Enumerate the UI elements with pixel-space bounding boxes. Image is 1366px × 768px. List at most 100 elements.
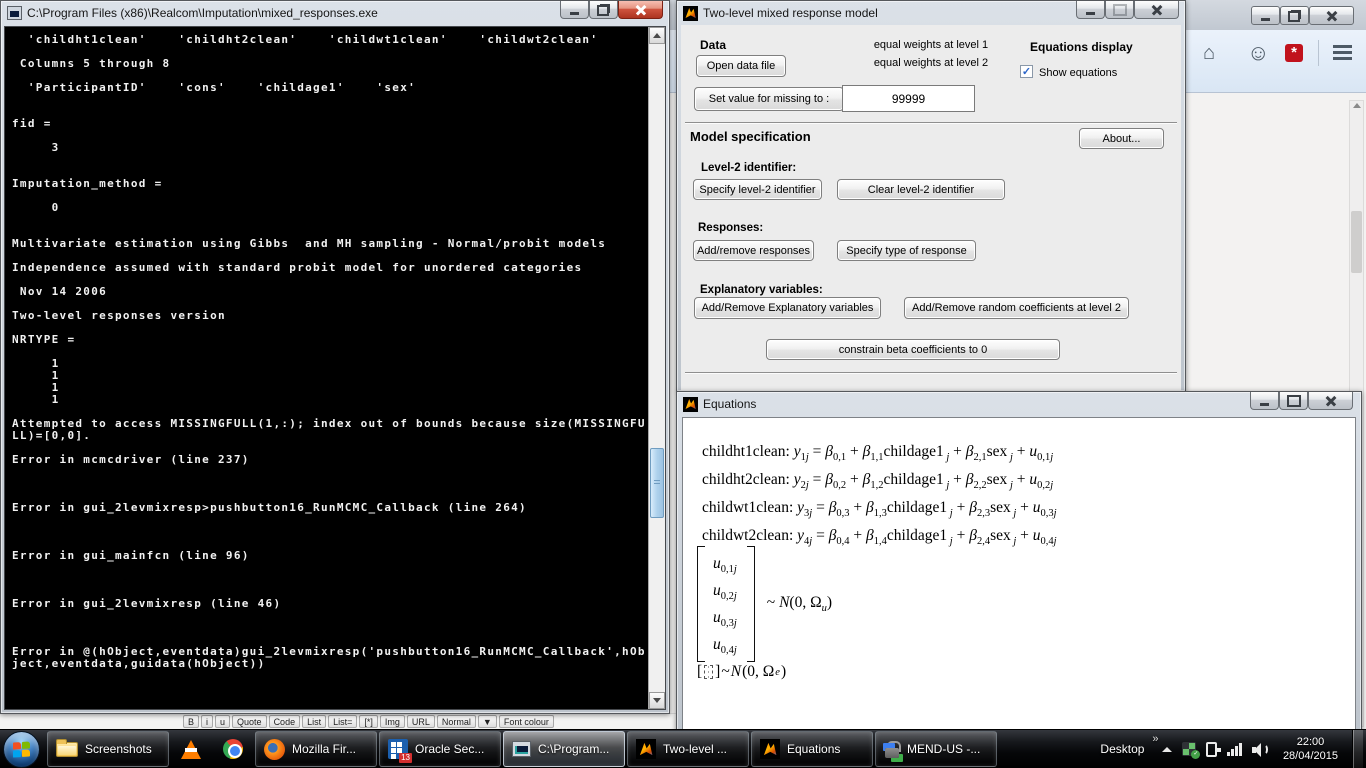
specify-type-button[interactable]: Specify type of response bbox=[837, 240, 976, 261]
taskbar-button-mend-us[interactable]: MEND-US -... bbox=[875, 731, 997, 767]
taskbar-button-label: Screenshots bbox=[85, 742, 152, 756]
taskbar-button-label: C:\Program... bbox=[538, 742, 609, 756]
console-output-text: 'childht1clean' 'childht2clean' 'childwt… bbox=[12, 34, 646, 670]
weights-line-1: equal weights at level 1 bbox=[821, 36, 1041, 54]
matlab-icon bbox=[683, 397, 698, 412]
taskbar-button-chrome[interactable] bbox=[213, 731, 253, 767]
scroll-thumb[interactable] bbox=[1351, 211, 1362, 273]
network-icon[interactable] bbox=[1227, 742, 1242, 756]
editor-button-list[interactable]: List bbox=[302, 715, 326, 728]
taskbar-button-firefox[interactable]: Mozilla Fir... bbox=[255, 731, 377, 767]
editor-button-b[interactable]: B bbox=[183, 715, 199, 728]
toolbar-separator bbox=[1318, 40, 1319, 66]
close-icon[interactable] bbox=[1309, 6, 1354, 25]
close-icon[interactable] bbox=[1134, 1, 1179, 19]
taskbar-button-label: Oracle Sec... bbox=[415, 742, 484, 756]
minimize-button[interactable] bbox=[1076, 1, 1105, 19]
console-scrollbar[interactable] bbox=[648, 27, 665, 709]
clock-date: 28/04/2015 bbox=[1283, 749, 1338, 763]
editor-button-[interactable]: [*] bbox=[359, 715, 378, 728]
section-separator bbox=[685, 122, 1177, 124]
taskbar: Screenshots Mozilla Fir...13Oracle Sec...… bbox=[0, 729, 1366, 768]
restore-button[interactable] bbox=[589, 1, 618, 19]
editor-button-fontcolour[interactable]: Font colour bbox=[499, 715, 554, 728]
matlab-icon bbox=[760, 739, 780, 759]
chevron-icon[interactable]: » bbox=[1152, 733, 1158, 745]
add-remove-responses-button[interactable]: Add/remove responses bbox=[693, 240, 814, 261]
minimize-button[interactable] bbox=[1251, 6, 1280, 25]
scroll-up-icon[interactable] bbox=[649, 27, 665, 44]
show-hidden-icons-icon[interactable] bbox=[1162, 747, 1172, 752]
editor-button-[interactable]: ▼ bbox=[478, 715, 497, 728]
home-icon[interactable]: ⌂ bbox=[1203, 43, 1215, 63]
right-bracket bbox=[747, 546, 755, 662]
equation-row: childht2clean: y2j = β0,2 + β1,2childage… bbox=[702, 466, 1057, 494]
editor-button-normal[interactable]: Normal bbox=[437, 715, 476, 728]
chat-icon[interactable]: ☺ bbox=[1247, 43, 1269, 63]
about-button[interactable]: About... bbox=[1079, 128, 1164, 149]
equations-window: Equations childht1clean: y1j = β0,1 + β1… bbox=[676, 391, 1362, 738]
close-icon[interactable] bbox=[1308, 392, 1353, 410]
taskbar-items: Screenshots Mozilla Fir...13Oracle Sec...… bbox=[47, 730, 997, 768]
safely-remove-hardware-icon[interactable] bbox=[1206, 742, 1217, 757]
editor-button-img[interactable]: Img bbox=[380, 715, 405, 728]
add-remove-random-button[interactable]: Add/Remove random coefficients at level … bbox=[904, 297, 1129, 319]
volume-icon[interactable] bbox=[1252, 742, 1269, 757]
vlc-icon bbox=[181, 740, 201, 759]
specify-level2-button[interactable]: Specify level-2 identifier bbox=[693, 179, 822, 200]
collapsed-matrix-icon[interactable] bbox=[704, 665, 713, 679]
maximize-button[interactable] bbox=[1279, 392, 1308, 410]
restore-button[interactable] bbox=[1280, 6, 1309, 25]
add-remove-explanatory-button[interactable]: Add/Remove Explanatory variables bbox=[694, 297, 881, 319]
equations-content: childht1clean: y1j = β0,1 + β1,1childage… bbox=[682, 417, 1356, 732]
tray-clock[interactable]: 22:00 28/04/2015 bbox=[1283, 735, 1338, 763]
explanatory-variables-label: Explanatory variables: bbox=[700, 284, 823, 296]
folder-icon bbox=[56, 742, 78, 757]
taskbar-button-oracle[interactable]: 13Oracle Sec... bbox=[379, 731, 501, 767]
responses-label: Responses: bbox=[698, 222, 763, 234]
scroll-thumb[interactable] bbox=[650, 448, 664, 518]
editor-button-list[interactable]: List= bbox=[328, 715, 357, 728]
editor-button-u[interactable]: u bbox=[215, 715, 230, 728]
section-separator bbox=[685, 372, 1177, 374]
console-window: C:\Program Files (x86)\Realcom\Imputatio… bbox=[0, 0, 670, 714]
show-desktop-button[interactable] bbox=[1352, 730, 1363, 768]
minimize-button[interactable] bbox=[560, 1, 589, 19]
desktop-toolbar-label[interactable]: Desktop» bbox=[1100, 742, 1144, 756]
start-button[interactable] bbox=[3, 731, 40, 768]
show-equations-label: Show equations bbox=[1039, 67, 1117, 79]
random-effect-term: u0,4j bbox=[713, 631, 737, 658]
taskbar-button-vlc[interactable] bbox=[171, 731, 211, 767]
scroll-up-icon[interactable] bbox=[1353, 103, 1361, 108]
constrain-beta-button[interactable]: constrain beta coefficients to 0 bbox=[766, 339, 1060, 360]
system-tray: Desktop» 22:00 28/04/2015 bbox=[1100, 730, 1366, 768]
e-distribution: [] ~ N(0, Ωe) bbox=[697, 663, 786, 681]
random-effect-term: u0,2j bbox=[713, 577, 737, 604]
clock-time: 22:00 bbox=[1283, 735, 1338, 749]
model-window-title: Two-level mixed response model bbox=[703, 6, 878, 20]
open-data-file-button[interactable]: Open data file bbox=[696, 55, 786, 77]
taskbar-button-label: MEND-US -... bbox=[907, 742, 980, 756]
scroll-down-icon[interactable] bbox=[649, 692, 665, 709]
taskbar-button-equations[interactable]: Equations bbox=[751, 731, 873, 767]
sync-status-icon[interactable] bbox=[1182, 742, 1196, 756]
set-missing-value-button[interactable]: Set value for missing to : bbox=[694, 87, 844, 111]
show-equations-checkbox[interactable]: ✓ bbox=[1020, 65, 1033, 78]
clear-level2-button[interactable]: Clear level-2 identifier bbox=[837, 179, 1005, 200]
equations-window-controls bbox=[1250, 392, 1353, 410]
editor-button-url[interactable]: URL bbox=[407, 715, 435, 728]
editor-button-quote[interactable]: Quote bbox=[232, 715, 267, 728]
random-effects-vector: u0,1ju0,2ju0,3ju0,4j ~ N(0, Ωu) bbox=[697, 546, 832, 662]
taskbar-button-two-level[interactable]: Two-level ... bbox=[627, 731, 749, 767]
taskbar-button-screenshots[interactable]: Screenshots bbox=[47, 731, 169, 767]
minimize-button[interactable] bbox=[1250, 392, 1279, 410]
lastpass-icon[interactable]: * bbox=[1285, 44, 1303, 62]
menu-icon[interactable] bbox=[1333, 45, 1352, 60]
taskbar-button-console[interactable]: C:\Program... bbox=[503, 731, 625, 767]
equation-row: childwt1clean: y3j = β0,3 + β1,3childage… bbox=[702, 494, 1057, 522]
editor-button-code[interactable]: Code bbox=[269, 715, 301, 728]
close-icon[interactable] bbox=[618, 1, 663, 19]
editor-button-i[interactable]: i bbox=[201, 715, 213, 728]
missing-value-input[interactable]: 99999 bbox=[842, 85, 975, 112]
random-effect-term: u0,3j bbox=[713, 604, 737, 631]
